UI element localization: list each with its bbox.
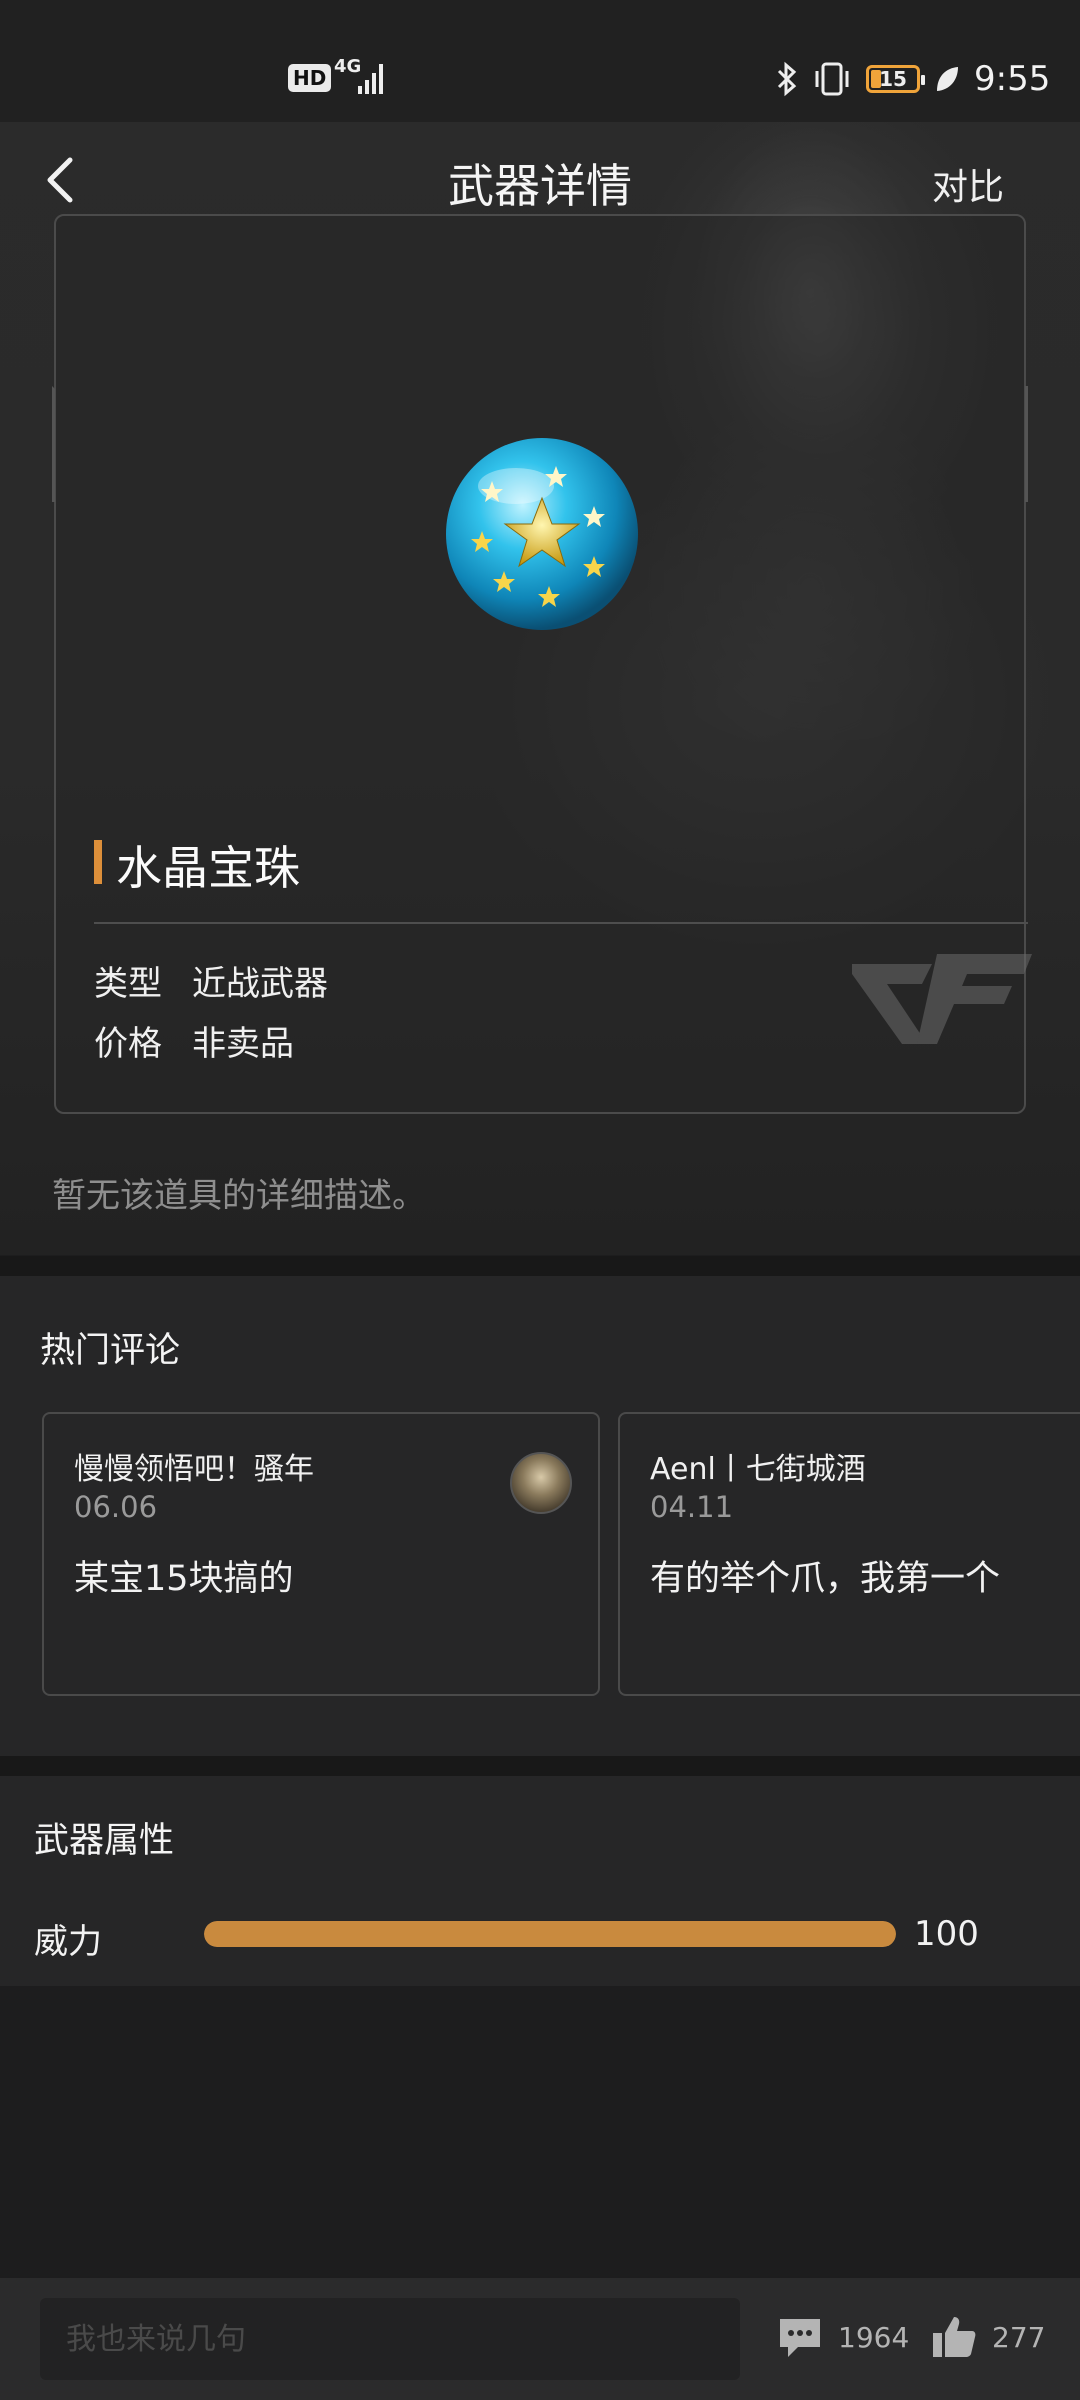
vibrate-icon xyxy=(815,62,849,96)
power-value: 100 xyxy=(914,1914,979,1954)
section-divider xyxy=(0,1756,1080,1776)
type-value: 近战武器 xyxy=(192,964,328,1004)
item-description: 暂无该道具的详细描述。 xyxy=(52,1176,426,1216)
compare-button[interactable]: 对比 xyxy=(932,158,1004,210)
comment-card[interactable]: Aenl丨七街城酒 04.11 有的举个爪，我第一个 xyxy=(618,1412,1080,1696)
signal-icon xyxy=(358,64,383,94)
comment-count: 1964 xyxy=(838,2320,910,2354)
price-value: 非卖品 xyxy=(192,1024,294,1064)
item-name: 水晶宝珠 xyxy=(116,841,300,895)
type-label: 类型 xyxy=(94,964,162,1004)
item-card: 水晶宝珠 类型 近战武器 价格 非卖品 xyxy=(52,214,1032,1114)
card-frame-notch-left xyxy=(52,386,66,502)
power-bar-fill xyxy=(204,1921,896,1947)
avatar[interactable] xyxy=(510,1452,572,1514)
bottom-bar: 1964 277 xyxy=(0,2278,1080,2400)
title-accent-bar xyxy=(94,840,102,884)
thumbs-up-icon xyxy=(933,2317,976,2357)
like-count: 277 xyxy=(992,2320,1046,2354)
leaf-icon xyxy=(937,67,958,91)
clock: 9:55 xyxy=(974,59,1051,99)
status-right-group: 15 9:55 xyxy=(776,54,1050,104)
comments-button[interactable]: 1964 xyxy=(776,2302,909,2372)
power-bar xyxy=(204,1921,896,1947)
comment-card[interactable]: 慢慢领悟吧！骚年 06.06 某宝15块搞的 xyxy=(42,1412,600,1696)
page-title: 武器详情 xyxy=(448,159,632,213)
battery-icon: 15 xyxy=(866,65,925,93)
comment-date: 04.11 xyxy=(650,1490,734,1524)
status-bar: HD 4G 15 9:55 xyxy=(0,0,1080,122)
comment-user: 慢慢领悟吧！骚年 xyxy=(74,1452,314,1487)
comment-input[interactable] xyxy=(40,2298,740,2380)
battery-level: 15 xyxy=(879,67,907,91)
comment-text: 有的举个爪，我第一个 xyxy=(650,1559,1001,1599)
bluetooth-icon xyxy=(777,61,797,97)
comment-bubble-icon xyxy=(780,2319,820,2357)
comment-text: 某宝15块搞的 xyxy=(74,1559,294,1599)
comment-user: Aenl丨七街城酒 xyxy=(650,1452,866,1487)
card-divider xyxy=(94,922,1028,924)
weapon-attributes-title: 武器属性 xyxy=(34,1821,175,1861)
comment-date: 06.06 xyxy=(74,1490,158,1524)
section-divider xyxy=(0,1256,1080,1276)
cf-logo-icon xyxy=(852,954,1032,1044)
like-button[interactable]: 277 xyxy=(930,2302,1045,2372)
weapon-attributes-section xyxy=(0,1776,1080,1986)
hd-indicator: HD xyxy=(288,64,332,92)
hot-comments-title: 热门评论 xyxy=(40,1331,181,1371)
card-frame-notch-right xyxy=(1014,386,1028,502)
price-label: 价格 xyxy=(94,1024,162,1064)
item-type-row: 类型 近战武器 xyxy=(94,956,328,1005)
item-price-row: 价格 非卖品 xyxy=(94,1016,294,1065)
crystal-orb-image xyxy=(446,438,638,630)
power-label: 威力 xyxy=(34,1922,102,1962)
